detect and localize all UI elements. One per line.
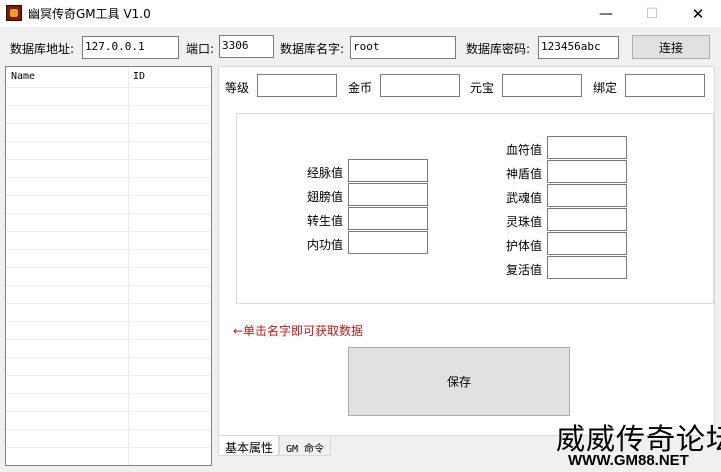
war-soul-input[interactable] xyxy=(547,184,627,207)
grid-line xyxy=(6,231,211,232)
title-bar: 幽冥传奇GM工具 V1.0 — ☐ ✕ xyxy=(0,0,721,27)
grid-line xyxy=(6,267,211,268)
inner-power-label: 内功值 xyxy=(307,238,344,252)
wings-label: 翅膀值 xyxy=(307,190,344,204)
bound-label: 绑定 xyxy=(593,81,618,95)
blood-charm-input[interactable] xyxy=(547,136,627,159)
grid-line xyxy=(6,195,211,196)
wings-input[interactable] xyxy=(348,183,428,206)
grid-line xyxy=(6,375,211,376)
hint-text: ←单击名字即可获取数据 xyxy=(233,324,364,338)
rebirth-input[interactable] xyxy=(348,207,428,230)
yuanbao-input[interactable] xyxy=(502,74,582,97)
grid-line xyxy=(6,447,211,448)
save-button[interactable]: 保存 xyxy=(348,347,570,416)
level-input[interactable] xyxy=(257,74,337,97)
yuanbao-label: 元宝 xyxy=(470,81,495,95)
password-input[interactable]: 123456abc xyxy=(538,36,619,59)
grid-line xyxy=(6,87,211,88)
divine-shield-input[interactable] xyxy=(547,160,627,183)
app-logo-icon xyxy=(6,5,22,21)
column-header-id[interactable]: ID xyxy=(128,67,150,87)
host-input[interactable]: 127.0.0.1 xyxy=(82,36,179,59)
player-list[interactable]: Name ID xyxy=(5,66,212,466)
port-label: 端口: xyxy=(186,42,215,56)
grid-line xyxy=(6,357,211,358)
port-input[interactable]: 3306 xyxy=(219,35,274,58)
dbname-input[interactable]: root xyxy=(350,36,456,59)
password-label: 数据库密码: xyxy=(466,42,531,56)
revive-input[interactable] xyxy=(547,256,627,279)
grid-line xyxy=(6,339,211,340)
spirit-bead-label: 灵珠值 xyxy=(506,215,543,229)
meridian-label: 经脉值 xyxy=(307,166,344,180)
grid-line xyxy=(6,123,211,124)
maximize-button[interactable]: ☐ xyxy=(629,0,675,27)
grid-line xyxy=(6,285,211,286)
bound-input[interactable] xyxy=(625,74,705,97)
war-soul-label: 武魂值 xyxy=(506,191,543,205)
grid-line xyxy=(6,465,211,466)
minimize-button[interactable]: — xyxy=(583,0,629,27)
blood-charm-label: 血符值 xyxy=(506,143,543,157)
column-header-name[interactable]: Name xyxy=(6,67,128,87)
grid-line xyxy=(6,177,211,178)
list-header: Name ID xyxy=(6,67,211,87)
grid-line xyxy=(6,411,211,412)
window-title: 幽冥传奇GM工具 V1.0 xyxy=(28,7,151,21)
revive-label: 复活值 xyxy=(506,263,543,277)
body-guard-label: 护体值 xyxy=(506,239,543,253)
close-button[interactable]: ✕ xyxy=(675,0,721,27)
watermark-url: WWW.GM88.NET xyxy=(568,452,689,469)
divine-shield-label: 神盾值 xyxy=(506,167,543,181)
grid-line xyxy=(6,321,211,322)
host-label: 数据库地址: xyxy=(10,42,75,56)
meridian-input[interactable] xyxy=(348,159,428,182)
grid-line xyxy=(6,393,211,394)
attributes-group xyxy=(236,113,714,304)
grid-line xyxy=(6,303,211,304)
grid-line xyxy=(6,105,211,106)
grid-line xyxy=(6,249,211,250)
column-divider xyxy=(128,67,129,465)
forum-watermark: 威威传奇论坛 WWW.GM88.NET xyxy=(556,416,721,472)
connect-button[interactable]: 连接 xyxy=(632,35,710,59)
level-label: 等级 xyxy=(225,81,250,95)
gold-label: 金币 xyxy=(348,81,373,95)
gold-input[interactable] xyxy=(380,74,460,97)
grid-line xyxy=(6,213,211,214)
body-guard-input[interactable] xyxy=(547,232,627,255)
grid-line xyxy=(6,159,211,160)
grid-line xyxy=(6,429,211,430)
spirit-bead-input[interactable] xyxy=(547,208,627,231)
inner-power-input[interactable] xyxy=(348,231,428,254)
tab-basic-attributes[interactable]: 基本属性 xyxy=(218,436,279,456)
grid-line xyxy=(6,141,211,142)
dbname-label: 数据库名字: xyxy=(280,42,345,56)
rebirth-label: 转生值 xyxy=(307,214,344,228)
tab-gm-commands[interactable]: GM 命令 xyxy=(279,436,331,456)
